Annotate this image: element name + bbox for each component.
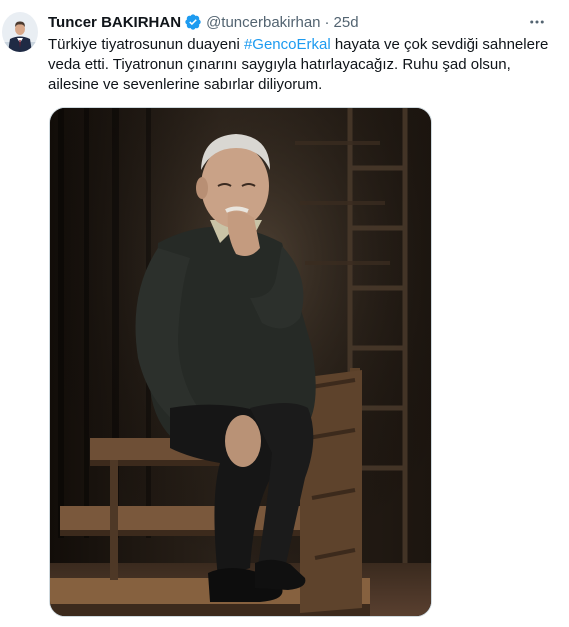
header-separator: · <box>324 13 330 31</box>
tweet-text-segment: hayata ve çok sevdiği sahnelere <box>330 36 549 53</box>
more-dots-icon[interactable] <box>525 10 549 34</box>
tweet-photo[interactable] <box>49 107 432 617</box>
tweet-header: Tuncer BAKIRHAN @tuncerbakirhan · 25d <box>48 12 553 32</box>
author-handle[interactable]: @tuncerbakirhan <box>206 14 320 31</box>
author-avatar[interactable] <box>2 12 38 52</box>
tweet-text-segment: Türkiye tiyatrosunun duayeni <box>48 36 244 53</box>
author-name[interactable]: Tuncer BAKIRHAN <box>48 14 181 31</box>
tweet-card[interactable]: Tuncer BAKIRHAN @tuncerbakirhan · 25d Tü… <box>0 0 569 627</box>
verified-badge-icon <box>184 13 202 31</box>
tweet-text-line-3: ailesine ve sevenlerine sabırlar diliyor… <box>48 76 323 93</box>
tweet-text-line-1: Türkiye tiyatrosunun duayeni #GencoErkal… <box>48 35 563 55</box>
tweet-timestamp[interactable]: 25d <box>334 14 359 31</box>
tweet-text: Türkiye tiyatrosunun duayeni #GencoErkal… <box>48 35 563 95</box>
hashtag-link[interactable]: #GencoErkal <box>244 36 331 53</box>
tweet-text-line-2: veda etti. Tiyatronun çınarını saygıyla … <box>48 56 511 73</box>
